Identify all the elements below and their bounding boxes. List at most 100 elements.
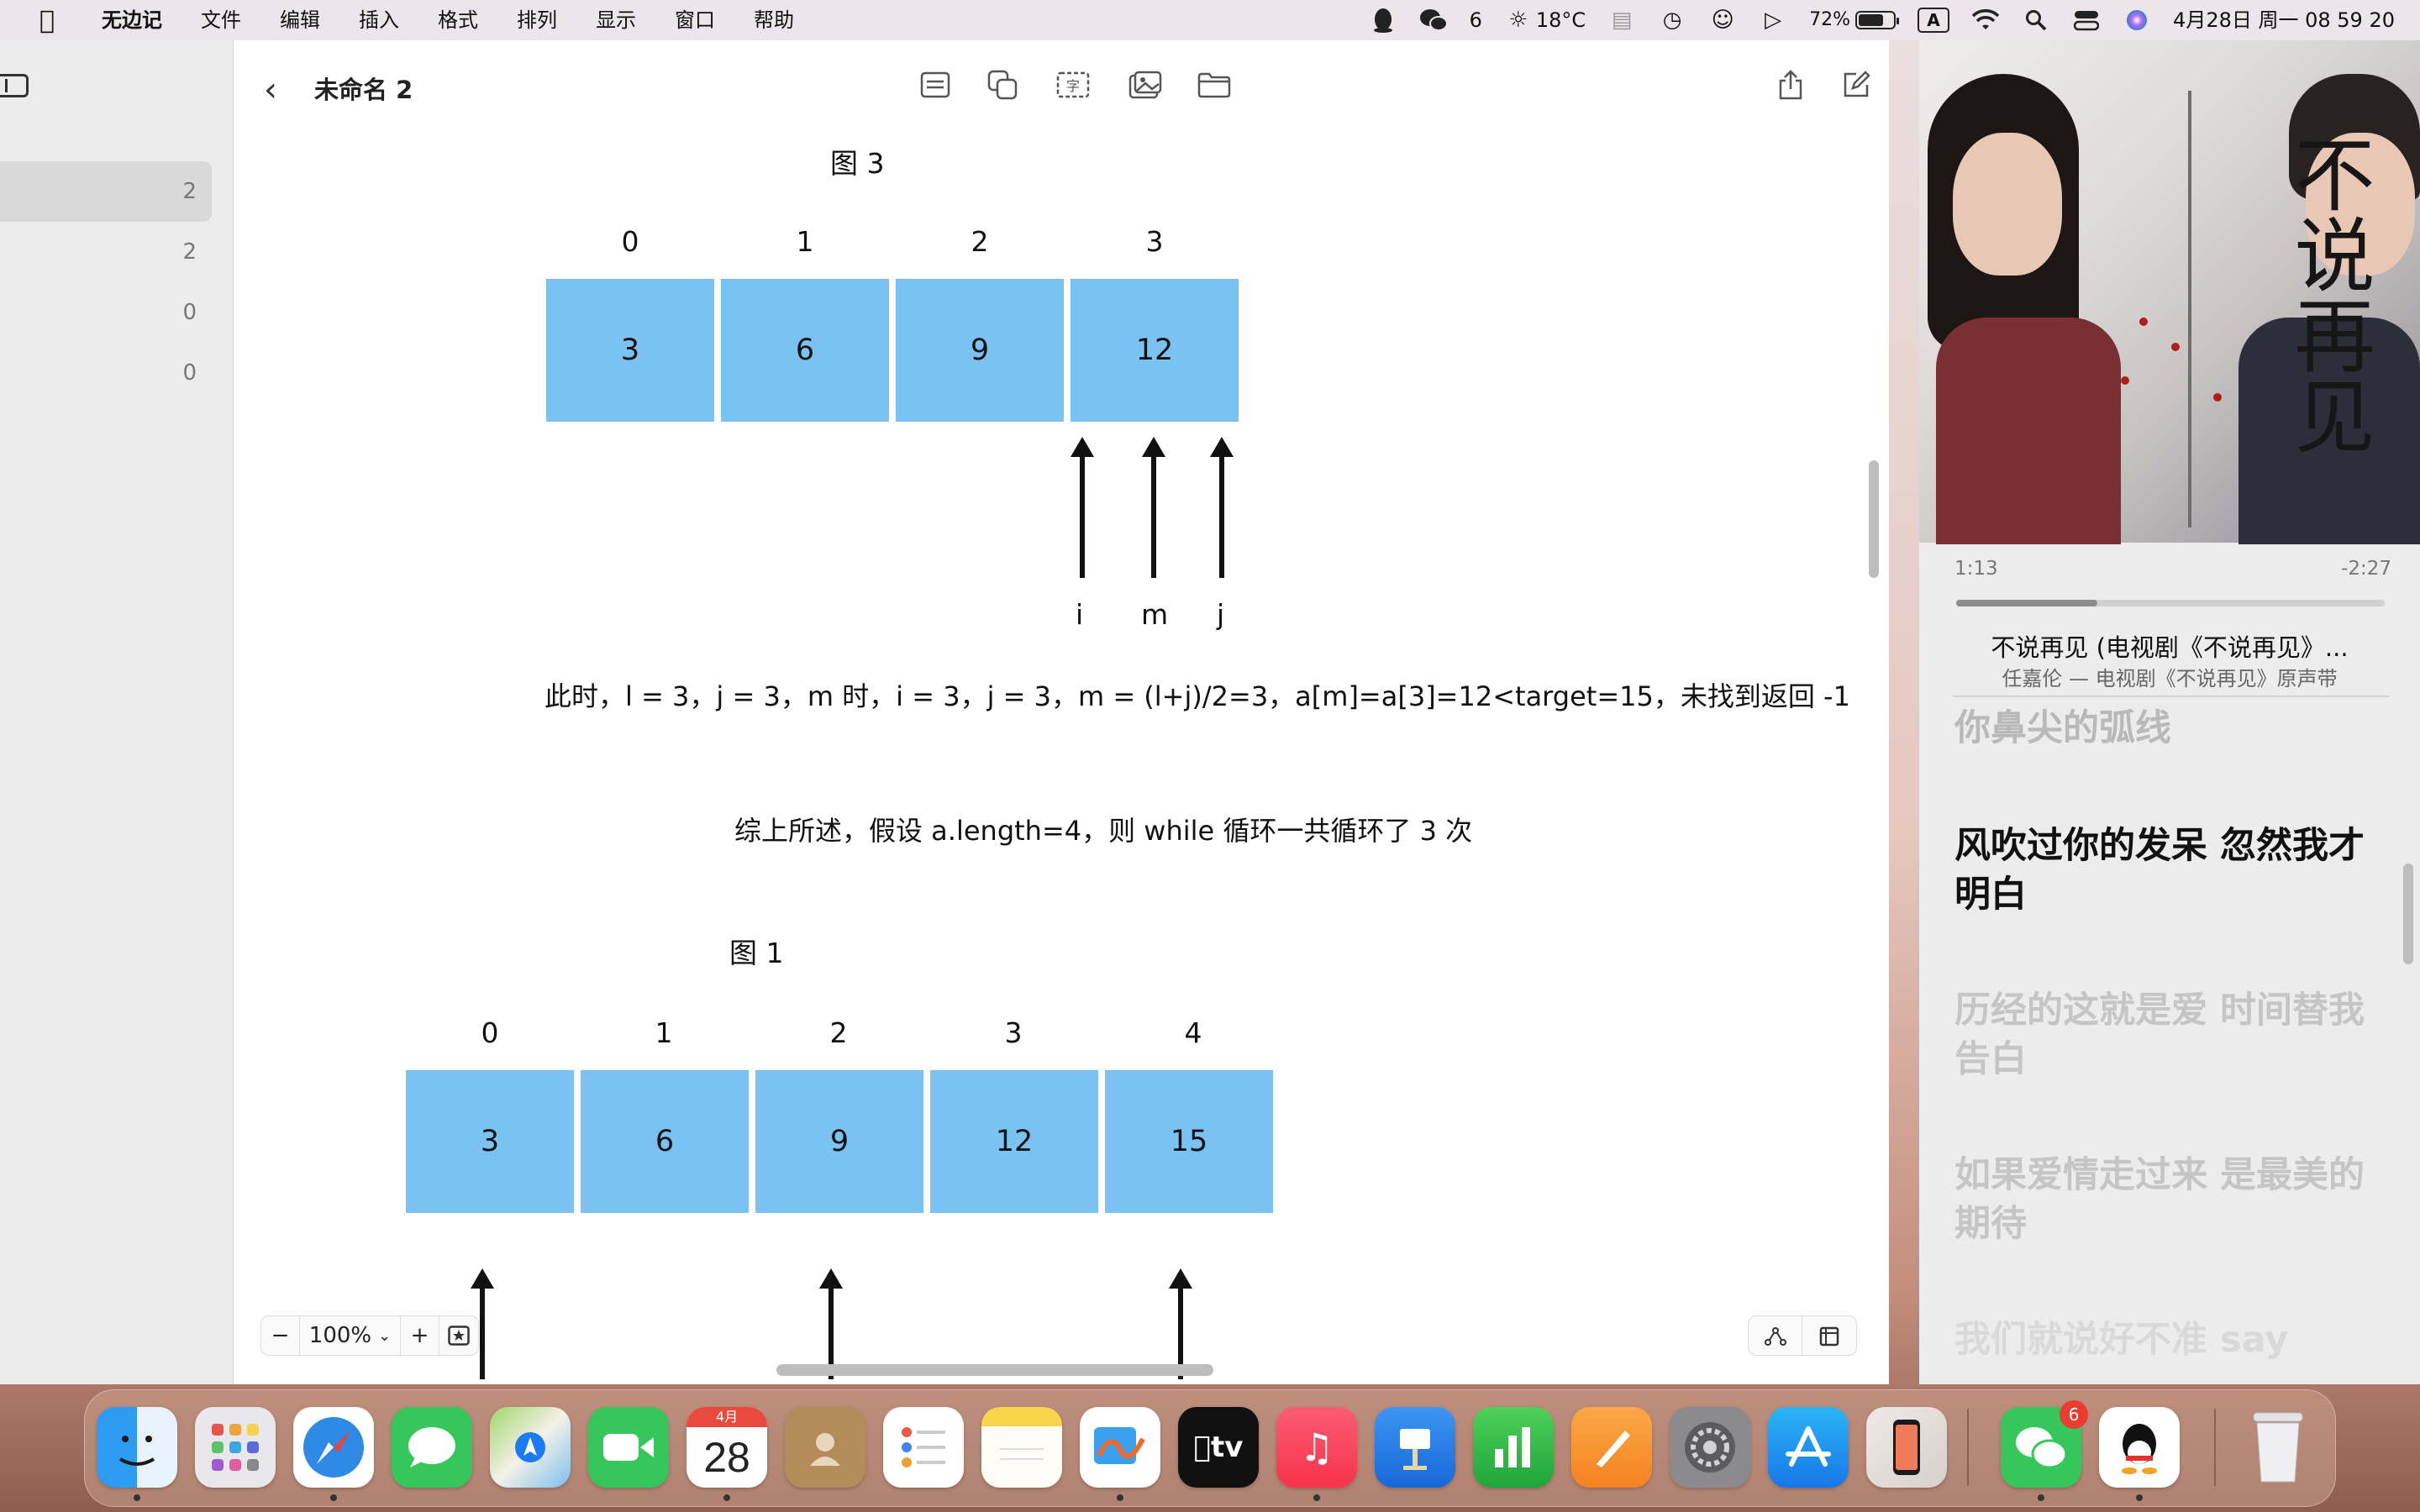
menu-insert[interactable]: 插入 (339, 0, 418, 40)
now-playing-icon[interactable]: ▷ (1759, 6, 1787, 34)
fig3-array-cell[interactable]: 3 (546, 279, 714, 422)
qq-icon[interactable] (2099, 1407, 2180, 1488)
maps-icon[interactable] (490, 1407, 571, 1488)
back-chevron-icon[interactable]: ‹ (264, 71, 277, 109)
fig3-index[interactable]: 0 (613, 225, 647, 258)
weather-temp[interactable]: 18°C (1536, 0, 1586, 40)
figure3-label[interactable]: 图 3 (830, 141, 885, 181)
time-machine-icon[interactable]: ◷ (1658, 6, 1686, 34)
freeform-icon[interactable] (1080, 1407, 1160, 1488)
menu-arrange[interactable]: 排列 (497, 0, 576, 40)
zoom-out-button[interactable]: − (261, 1315, 300, 1356)
sidebar-row[interactable]: 2 (0, 161, 212, 222)
fig3-index[interactable]: 1 (788, 225, 822, 258)
pointer-label-m[interactable]: m (1141, 598, 1168, 631)
fig3-index[interactable]: 3 (1138, 225, 1171, 258)
fig3-array-cell[interactable]: 12 (1071, 279, 1239, 422)
fig1-array-cell[interactable]: 12 (930, 1070, 1098, 1213)
playback-progress-bar[interactable] (1956, 600, 2385, 606)
keynote-icon[interactable] (1375, 1407, 1455, 1488)
sidebar-toggle-icon[interactable] (0, 74, 29, 97)
favorite-view-icon[interactable] (439, 1315, 478, 1356)
numbers-icon[interactable] (1473, 1407, 1554, 1488)
fig1-array-cell[interactable]: 9 (755, 1070, 923, 1213)
input-method-icon[interactable]: A (1918, 8, 1950, 33)
pointer-arrow-j[interactable] (1210, 437, 1234, 578)
pointer-arrow-i[interactable] (1071, 437, 1094, 578)
sidebar-row[interactable]: 0 (0, 343, 212, 403)
lyric-line-next[interactable]: 如果爱情走过来 是最美的期待 (1954, 1151, 2375, 1248)
apple-tv-icon[interactable]: tv (1178, 1407, 1259, 1488)
new-board-icon[interactable] (1837, 67, 1876, 102)
app-store-icon[interactable] (1768, 1407, 1849, 1488)
weather-sun-icon[interactable]: ☼ (1504, 6, 1533, 34)
music-icon[interactable]: ♫ (1276, 1407, 1357, 1488)
fig3-index[interactable]: 2 (963, 225, 997, 258)
figure1-label[interactable]: 图 1 (729, 931, 784, 971)
menu-window[interactable]: 窗口 (655, 0, 734, 40)
lyric-line-next[interactable]: 我们就说好不准 say (1954, 1315, 2375, 1364)
fig1-array-cell[interactable]: 15 (1105, 1070, 1273, 1213)
shapes-icon[interactable] (983, 67, 1022, 102)
song-artist[interactable]: 任嘉伦 — 电视剧《不说再见》原声带 (1919, 662, 2420, 691)
system-settings-icon[interactable] (1670, 1407, 1750, 1488)
fig1-index[interactable]: 1 (647, 1016, 681, 1049)
user-account-icon[interactable]: ☺ (1708, 6, 1737, 34)
iphone-mirroring-icon[interactable] (1866, 1407, 1947, 1488)
pointer-label-i[interactable]: i (1076, 598, 1083, 631)
wechat-icon[interactable]: 6 (2001, 1400, 2088, 1488)
share-icon[interactable] (1771, 67, 1810, 102)
menu-edit[interactable]: 编辑 (260, 0, 339, 40)
menu-format[interactable]: 格式 (418, 0, 497, 40)
sticky-note-icon[interactable] (916, 67, 955, 102)
lyric-line-next[interactable]: 历经的这就是爱 时间替我告白 (1954, 986, 2375, 1084)
control-center-icon[interactable] (2072, 6, 2101, 34)
explanation-text[interactable]: 此时，l = 3，j = 3，m 时，i = 3，j = 3，m = (l+j)… (544, 675, 1850, 714)
fig1-index[interactable]: 0 (473, 1016, 507, 1049)
lyric-line-previous[interactable]: 你鼻尖的弧线 (1954, 704, 2375, 753)
menu-app-name[interactable]: 无边记 (82, 0, 182, 40)
finder-icon[interactable] (97, 1407, 177, 1488)
song-title[interactable]: 不说再见 (电视剧《不说再见》... (1919, 628, 2420, 664)
zoom-level-select[interactable]: 100% ⌄ (300, 1315, 401, 1356)
zoom-in-button[interactable]: + (401, 1315, 439, 1356)
vertical-scrollbar[interactable] (1869, 460, 1879, 578)
apple-menu-icon[interactable]:  (29, 0, 66, 40)
album-artwork[interactable]: 不说再见 (1919, 40, 2420, 544)
battery-icon[interactable] (1855, 11, 1900, 29)
grid-view-icon[interactable] (1802, 1316, 1856, 1357)
fig1-index[interactable]: 4 (1176, 1016, 1210, 1049)
media-insert-icon[interactable] (1126, 67, 1165, 102)
wifi-icon[interactable] (1971, 6, 2000, 34)
pointer-arrow-m[interactable] (1142, 437, 1165, 578)
safari-icon[interactable] (293, 1407, 374, 1488)
wechat-status-icon[interactable] (1419, 6, 1448, 34)
board-title[interactable]: 未命名 2 (314, 71, 413, 106)
notes-icon[interactable] (981, 1407, 1062, 1488)
summary-text[interactable]: 综上所述，假设 a.length=4，则 while 循环一共循环了 3 次 (734, 810, 1472, 848)
text-box-icon[interactable]: 字 (1054, 67, 1092, 102)
menu-view[interactable]: 显示 (576, 0, 655, 40)
pointer-arrow[interactable] (471, 1268, 494, 1379)
pages-icon[interactable] (1571, 1407, 1652, 1488)
spotlight-search-icon[interactable] (2022, 6, 2050, 34)
sidebar-row[interactable]: 2 (0, 222, 212, 282)
pointer-label-j[interactable]: j (1217, 598, 1224, 631)
fig1-index[interactable]: 2 (822, 1016, 855, 1049)
qq-status-icon[interactable] (1369, 6, 1397, 34)
reminders-icon[interactable] (883, 1407, 964, 1488)
freeform-canvas[interactable]: ‹ 未命名 2 字 图 3 0 1 2 3 3 6 9 12 i m j 此时，… (234, 40, 1889, 1384)
fig1-array-cell[interactable]: 3 (406, 1070, 574, 1213)
trash-icon[interactable] (2238, 1407, 2318, 1488)
folder-icon[interactable] (1195, 67, 1234, 102)
calendar-icon[interactable]: 4月 28 (687, 1407, 767, 1488)
connection-lines-icon[interactable] (1749, 1316, 1802, 1357)
messages-icon[interactable] (392, 1407, 472, 1488)
fig1-array-cell[interactable]: 6 (581, 1070, 749, 1213)
lyric-line-current[interactable]: 风吹过你的发呆 忽然我才明白 (1954, 822, 2375, 919)
lyrics-scrollbar[interactable] (2403, 864, 2413, 964)
menu-file[interactable]: 文件 (182, 0, 260, 40)
menu-help[interactable]: 帮助 (734, 0, 813, 40)
sidebar-row[interactable]: 0 (0, 282, 212, 343)
contacts-icon[interactable] (785, 1407, 865, 1488)
